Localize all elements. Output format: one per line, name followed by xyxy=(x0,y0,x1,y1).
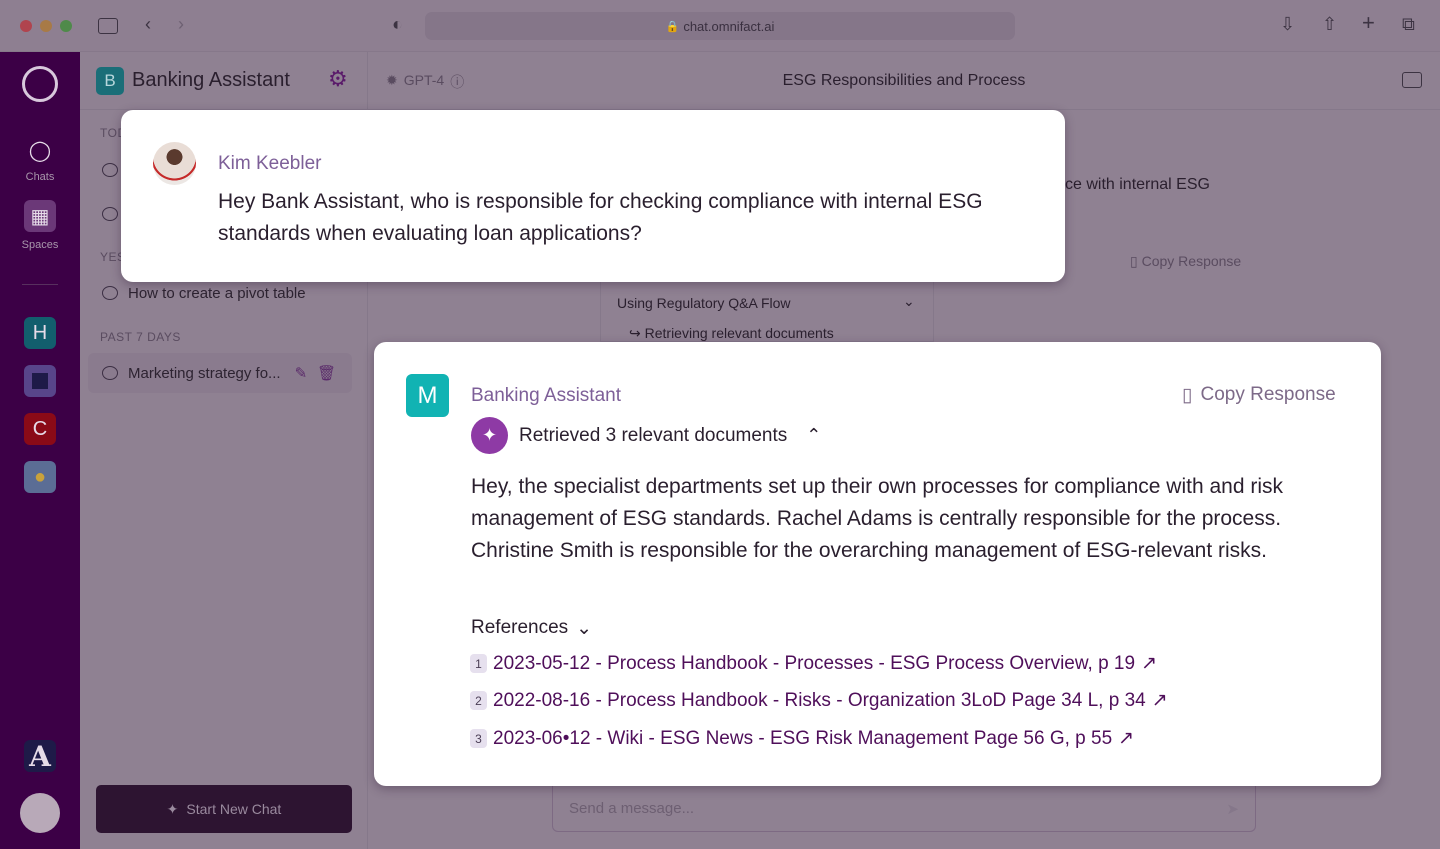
retrieved-label: Retrieved 3 relevant documents xyxy=(519,424,788,446)
background-copy-button[interactable]: ▯ Copy Response xyxy=(1130,253,1241,270)
user-avatar[interactable] xyxy=(20,793,60,833)
chats-label: Chats xyxy=(25,171,55,183)
chevron-down-icon[interactable]: ⌄ xyxy=(903,293,915,310)
section-past-7-days: PAST 7 DAYS xyxy=(100,330,181,344)
chat-bubble-icon xyxy=(102,286,118,300)
retrieved-documents-toggle[interactable]: ✦ Retrieved 3 relevant documents ⌃ xyxy=(471,417,821,454)
user-avatar xyxy=(153,142,196,185)
chat-title: How to create a pivot table xyxy=(128,284,306,302)
space-h[interactable]: H xyxy=(24,317,56,349)
chevron-up-icon: ⌃ xyxy=(806,425,822,445)
references-toggle[interactable]: References ⌄ xyxy=(471,617,592,640)
chat-title: ESG Responsibilities and Process xyxy=(782,72,1026,89)
reference-text: 2023-06•12 - Wiki - ESG News - ESG Risk … xyxy=(493,727,1113,749)
address-bar[interactable]: 🔒 chat.omnifact.ai xyxy=(425,12,1015,40)
reference-link[interactable]: 1 2023-05-12 - Process Handbook - Process… xyxy=(470,652,1157,675)
spaces-label: Spaces xyxy=(21,239,59,251)
share-icon[interactable]: ⇧ xyxy=(1322,14,1337,35)
app-rail: ◯ Chats ▦ Spaces H C ● A xyxy=(0,52,80,849)
chat-item-active[interactable]: Marketing strategy fo... ✎ 🗑 xyxy=(88,353,352,393)
reference-number: 2 xyxy=(470,691,487,710)
background-message-text: ce with internal ESG xyxy=(1065,176,1210,193)
space-a[interactable]: A xyxy=(24,740,56,773)
user-name: Kim Keebler xyxy=(218,153,322,174)
reference-link[interactable]: 2 2022-08-16 - Process Handbook - Risks -… xyxy=(470,689,1168,712)
edit-icon[interactable]: ✎ xyxy=(295,364,308,382)
chevron-down-icon: ⌄ xyxy=(576,618,593,639)
copy-response-button[interactable]: ▯ Copy Response xyxy=(1182,384,1336,407)
chat-header: ✹ GPT-4 ⓘ ESG Responsibilities and Process xyxy=(368,52,1440,110)
start-new-chat-button[interactable]: ✦ Start New Chat xyxy=(96,785,352,833)
start-new-chat-label: Start New Chat xyxy=(186,801,282,817)
tabs-overview-icon[interactable]: ⧉ xyxy=(1402,14,1415,35)
chat-bubble-icon xyxy=(102,163,118,177)
user-message-text: Hey Bank Assistant, who is responsible f… xyxy=(218,190,983,245)
chat-title: Marketing strategy fo... xyxy=(128,364,281,382)
flow-label: Using Regulatory Q&A Flow xyxy=(617,295,791,311)
forward-icon[interactable]: › xyxy=(178,14,184,35)
sparkle-icon: ✦ xyxy=(471,417,508,454)
assistant-avatar: B xyxy=(96,67,124,95)
settings-gear-icon[interactable]: ⚙ xyxy=(328,66,348,92)
reference-text: 2022-08-16 - Process Handbook - Risks - … xyxy=(493,689,1146,711)
close-window-button[interactable] xyxy=(20,20,32,32)
copy-label: Copy Response xyxy=(1200,384,1336,405)
message-input[interactable]: Send a message... ➤ xyxy=(552,786,1256,832)
zoom-window-button[interactable] xyxy=(60,20,72,32)
chats-icon[interactable]: ◯ xyxy=(24,134,56,166)
reference-text: 2023-05-12 - Process Handbook - Processe… xyxy=(493,652,1136,674)
browser-toolbar: ‹ › ◐ 🔒 chat.omnifact.ai ⇩ ⇧ + ⧉ xyxy=(0,0,1440,52)
new-tab-icon[interactable]: + xyxy=(1362,10,1375,36)
space-c[interactable]: C xyxy=(24,413,56,445)
references-label: References xyxy=(471,617,569,638)
user-message-card: Kim Keebler Hey Bank Assistant, who is r… xyxy=(121,110,1065,282)
back-icon[interactable]: ‹ xyxy=(145,14,151,35)
panel-toggle-icon[interactable] xyxy=(1402,72,1422,88)
chip-icon xyxy=(32,373,48,389)
url-text: chat.omnifact.ai xyxy=(683,18,775,34)
send-icon[interactable]: ➤ xyxy=(1226,800,1239,818)
external-link-icon: ↗ xyxy=(1141,653,1157,674)
minimize-window-button[interactable] xyxy=(40,20,52,32)
assistant-avatar: M xyxy=(406,374,449,417)
assistant-message-card: M Banking Assistant ▯ Copy Response ✦ Ret… xyxy=(374,342,1381,786)
copy-label: Copy Response xyxy=(1141,253,1242,269)
assistant-header: B Banking Assistant ⚙ xyxy=(80,52,368,110)
chat-bubble-icon xyxy=(102,366,118,380)
assistant-message-text: Hey, the specialist departments set up t… xyxy=(471,475,1283,562)
external-link-icon: ↗ xyxy=(1151,690,1168,711)
input-placeholder: Send a message... xyxy=(569,800,695,817)
chat-bubble-icon xyxy=(102,207,118,221)
lock-icon: 🔒 xyxy=(665,20,680,33)
flow-box: Using Regulatory Q&A Flow ⌄ ↪ Retrieving… xyxy=(600,282,934,342)
spaces-icon[interactable]: ▦ xyxy=(24,200,56,232)
space-lightbulb[interactable]: ● xyxy=(24,461,56,493)
trash-icon[interactable]: 🗑 xyxy=(317,364,336,382)
external-link-icon: ↗ xyxy=(1118,728,1135,749)
divider xyxy=(22,284,58,285)
shield-icon[interactable]: ◐ xyxy=(392,14,403,35)
reference-number: 3 xyxy=(470,729,487,748)
retrieving-label: Retrieving relevant documents xyxy=(644,325,834,341)
assistant-name: Banking Assistant xyxy=(132,69,290,91)
retrieving-status: ↪ Retrieving relevant documents xyxy=(629,325,834,341)
clipboard-icon: ▯ xyxy=(1182,385,1193,406)
sidebar-toggle-icon[interactable] xyxy=(98,18,118,34)
space-chip[interactable] xyxy=(24,365,56,397)
reference-number: 1 xyxy=(470,654,487,673)
assistant-name: Banking Assistant xyxy=(471,385,621,406)
reference-link[interactable]: 3 2023-06•12 - Wiki - ESG News - ESG Risk… xyxy=(470,727,1134,750)
sparkle-icon: ✦ xyxy=(166,800,179,817)
app-logo xyxy=(22,66,58,102)
download-icon[interactable]: ⇩ xyxy=(1280,14,1295,35)
